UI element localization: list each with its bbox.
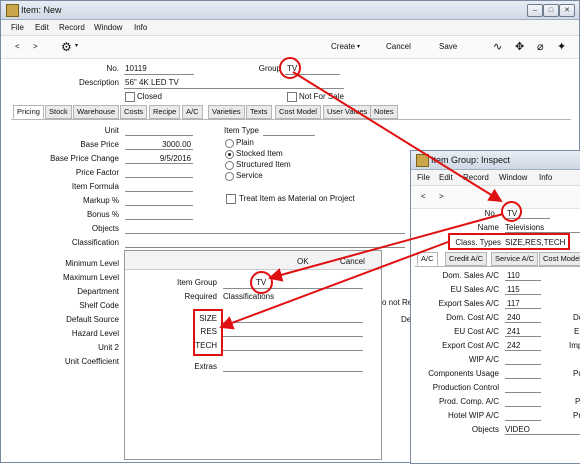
arrow-group-to-group-window <box>292 71 503 203</box>
arrow-class-types-to-classes <box>219 241 449 330</box>
annotation-arrows <box>219 71 504 330</box>
arrow-group-code-to-dialog <box>268 213 504 282</box>
